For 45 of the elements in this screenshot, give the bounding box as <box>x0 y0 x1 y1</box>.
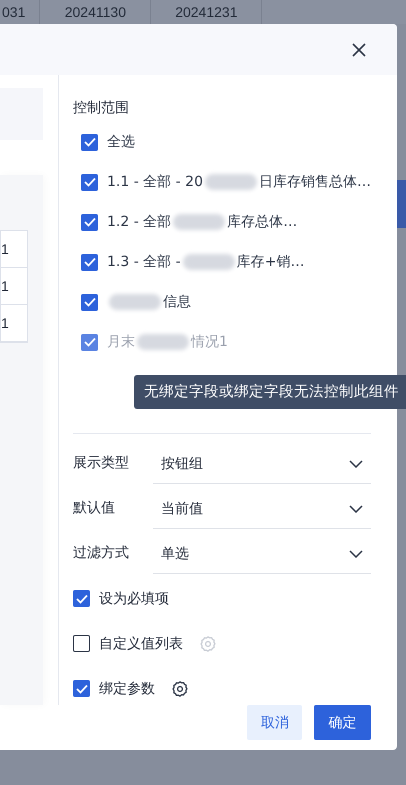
scope-label: 库存总体… <box>227 213 298 231</box>
redaction-blur <box>137 334 190 350</box>
chevron-icon <box>349 505 363 513</box>
scope-label: 月末 <box>107 333 136 351</box>
option-label: 自定义值列表 <box>99 634 184 652</box>
settings-icon[interactable] <box>171 680 190 698</box>
chevron-icon <box>349 460 363 468</box>
section-title: 控制范围 <box>73 99 130 117</box>
checkbox[interactable] <box>81 214 98 230</box>
checkbox[interactable] <box>81 134 98 150</box>
scope-label: 库存+销… <box>236 253 304 271</box>
close-icon <box>351 42 367 58</box>
redaction-blur <box>109 294 162 310</box>
dropdown-field[interactable]: 当前值 <box>153 490 371 529</box>
checkbox[interactable] <box>81 254 98 270</box>
scope-label: 1.2 - 全部 <box>107 213 172 231</box>
field-label: 过滤方式 <box>73 544 130 562</box>
scope-label: 情况1 <box>191 333 228 351</box>
redaction-blur <box>182 254 235 270</box>
chevron-icon <box>349 550 363 558</box>
checkbox[interactable] <box>73 680 90 697</box>
redaction-blur <box>173 214 226 230</box>
dropdown-field[interactable]: 单选 <box>153 535 371 574</box>
dropdown-field[interactable]: 按钮组 <box>153 445 371 484</box>
checkbox[interactable] <box>81 294 98 310</box>
field-label: 展示类型 <box>73 454 130 472</box>
table-background <box>397 180 406 228</box>
scope-label: 1.3 - 全部 - <box>107 253 181 271</box>
checkbox[interactable] <box>73 590 90 607</box>
scope-label: 1.1 - 全部 - 20 <box>107 173 203 191</box>
table-cell: 1 <box>1 268 27 305</box>
table-cell: 1 <box>1 231 27 268</box>
redaction-blur <box>205 174 257 190</box>
checkbox[interactable] <box>81 174 98 190</box>
table-cell: 1 <box>1 305 27 342</box>
scope-label: 日库存销售总体… <box>259 173 371 191</box>
option-label: 绑定参数 <box>99 680 156 698</box>
option-label: 设为必填项 <box>99 590 170 608</box>
field-label: 默认值 <box>73 498 116 516</box>
checkbox[interactable] <box>73 635 90 652</box>
tooltip: 无绑定字段或绑定字段无法控制此组件 <box>134 375 406 409</box>
cancel-button[interactable]: 取消 <box>247 705 302 740</box>
confirm-button[interactable]: 确定 <box>314 705 371 740</box>
scope-label: 全选 <box>107 133 136 151</box>
scope-label: 信息 <box>163 293 192 311</box>
